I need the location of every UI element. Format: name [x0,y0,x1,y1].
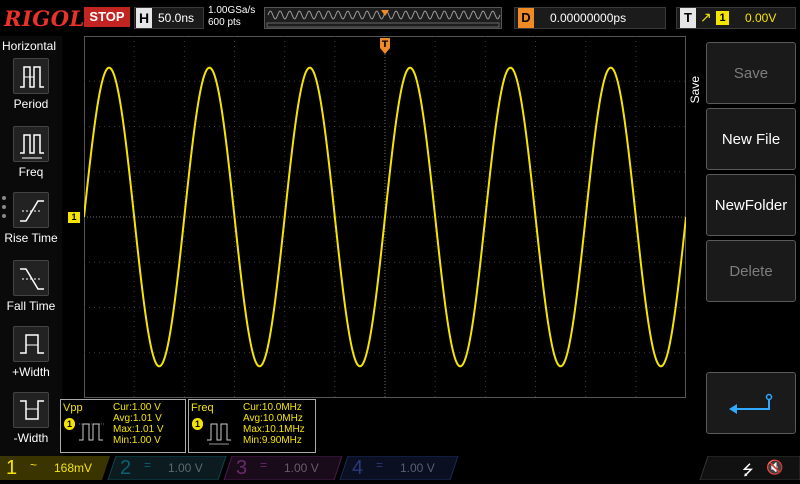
trigger-level: 0.00V [745,11,777,25]
top-status-bar: RIGOL STOP H 50.0ns 1.00GSa/s 600 pts D … [0,0,800,36]
negative-width-icon [13,392,49,428]
usb-icon: ⭍ [742,462,754,478]
period-icon [13,58,49,94]
freq-current: Cur:10.0MHz [243,402,302,413]
rising-edge-icon: ↗ [700,9,712,25]
trigger-source: 1 [716,11,729,25]
fall-time-icon [13,260,49,296]
delete-button[interactable]: Delete [706,240,796,302]
save-menu: Save Save New File NewFolder Delete [686,36,800,456]
horizontal-label: H [136,8,152,28]
delay-label: D [518,8,534,28]
vpp-icon [79,423,105,441]
frequency-icon [13,126,49,162]
measure-fall-time[interactable]: Fall Time [0,260,62,313]
speaker-muted-icon[interactable]: 🔇 [766,459,783,476]
dc-coupling-icon: = [376,458,384,472]
positive-width-icon [13,326,49,362]
dc-coupling-icon: = [260,458,268,472]
sample-info: 1.00GSa/s 600 pts [208,5,255,29]
vpp-average: Avg:1.01 V [113,413,162,424]
measure-rise-time[interactable]: Rise Time [0,192,62,245]
back-button[interactable] [706,372,796,434]
channel-3-status[interactable]: 3 = 1.00 V [230,456,338,480]
rise-time-icon [13,192,49,228]
vpp-minimum: Min:1.00 V [113,435,161,446]
channel-1-status[interactable]: 1 ~ 168mV [0,456,108,480]
sample-rate: 1.00GSa/s [208,5,256,16]
freq-average: Avg:10.0MHz [243,413,303,424]
timebase-value: 50.0ns [158,11,195,25]
freq-minimum: Min:9.90MHz [243,435,302,446]
trigger-label: T [680,8,696,28]
menu-title-save: Save [688,76,702,104]
channel-2-status[interactable]: 2 = 1.00 V [114,456,222,480]
memory-depth: 600 pts [208,17,241,28]
measure-negative-width[interactable]: -Width [0,392,62,445]
memory-overview-wave [266,10,501,28]
dc-coupling-icon: = [144,458,152,472]
menu-title: Horizontal [2,39,57,53]
channel-4-status[interactable]: 4 = 1.00 V [346,456,454,480]
measure-freq[interactable]: Freq [0,126,62,179]
waveform-display[interactable]: T [84,36,686,398]
save-button[interactable]: Save [706,42,796,104]
measurement-vpp[interactable]: Vpp 1 Cur:1.00 V Avg:1.01 V Max:1.01 V M… [60,399,186,453]
freq-icon [207,423,231,445]
channel-status-bar: 1 ~ 168mV 2 = 1.00 V 3 = 1.00 V 4 = 1.00… [0,456,800,480]
ac-coupling-icon: ~ [30,458,38,472]
measure-period[interactable]: Period [0,58,62,111]
delay-value: 0.00000000ps [550,11,627,25]
freq-maximum: Max:10.1MHz [243,424,305,435]
memory-overview [264,7,502,29]
measure-positive-width[interactable]: +Width [0,326,62,379]
vpp-maximum: Max:1.01 V [113,424,164,435]
run-stop-status[interactable]: STOP [84,7,130,27]
new-folder-button[interactable]: NewFolder [706,174,796,236]
return-arrow-icon [729,393,773,414]
measurement-freq[interactable]: Freq 1 Cur:10.0MHz Avg:10.0MHz Max:10.1M… [188,399,316,453]
measure-menu: Horizontal Period Freq Rise Time Fall Ti… [0,36,62,456]
channel-1-offset-marker-label[interactable]: 1 [68,212,80,223]
vpp-current: Cur:1.00 V [113,402,161,413]
new-file-button[interactable]: New File [706,108,796,170]
brand-logo: RIGOL [4,6,85,31]
